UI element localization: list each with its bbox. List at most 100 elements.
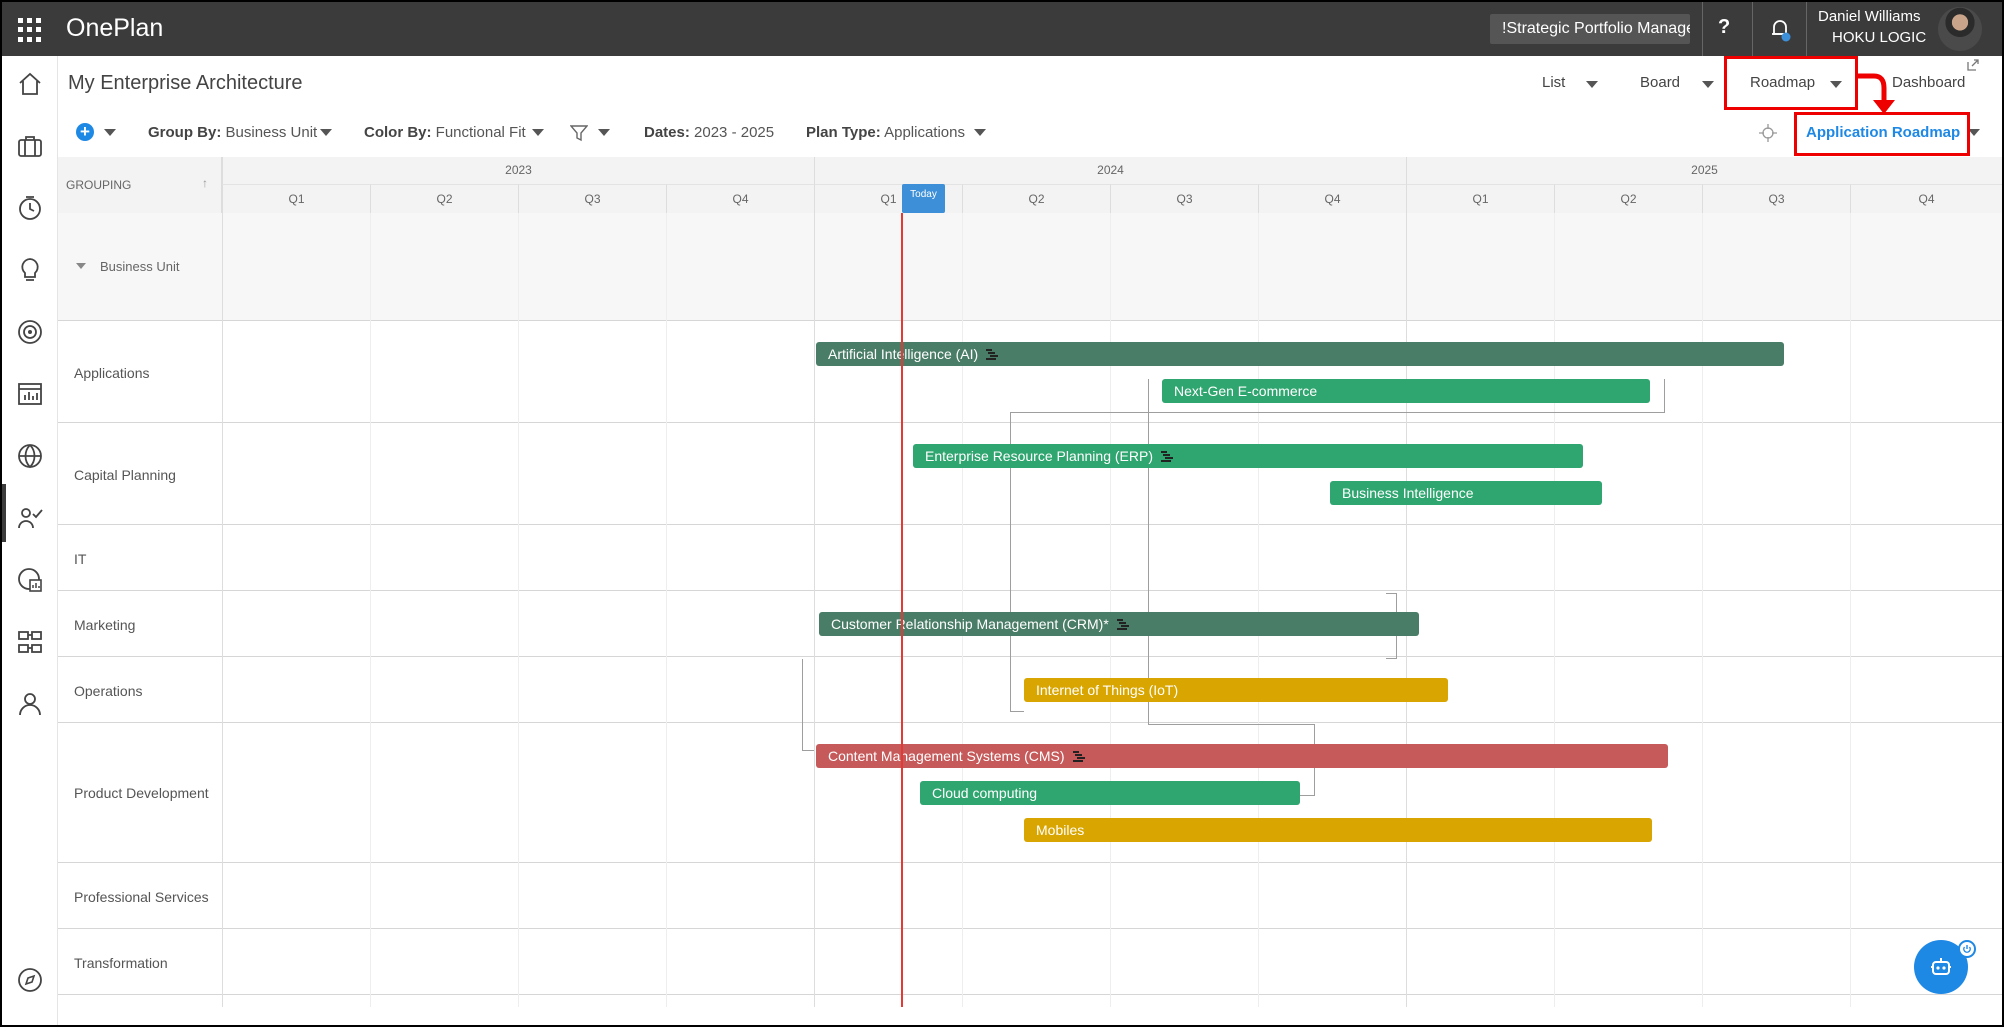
- grid-line: [1554, 213, 1555, 1007]
- roadmap-bar[interactable]: Content Management Systems (CMS): [816, 744, 1668, 768]
- row-capital-planning: Capital Planning: [58, 423, 2002, 525]
- tab-dashboard[interactable]: Dashboard: [1892, 74, 1965, 91]
- highlight-box: [1794, 112, 1970, 156]
- app-window: OnePlan !Strategic Portfolio Manager ? D…: [0, 0, 2004, 1027]
- grid-line: [370, 213, 371, 1007]
- roadmap-bar[interactable]: Mobiles: [1024, 818, 1652, 842]
- roadmap-bar[interactable]: Next-Gen E-commerce: [1162, 379, 1650, 403]
- row-label: Professional Services: [74, 889, 209, 905]
- divider: [1806, 2, 1807, 56]
- expand-icon[interactable]: [1966, 58, 1980, 72]
- chevron-down-icon[interactable]: [598, 129, 610, 136]
- app-launcher-icon[interactable]: [18, 18, 42, 42]
- notification-bell-icon[interactable]: [1768, 16, 1792, 42]
- tab-list[interactable]: List: [1542, 74, 1565, 91]
- tab-board[interactable]: Board: [1640, 74, 1680, 91]
- quarter-header: Q4: [1258, 184, 1406, 213]
- plan-type-dropdown[interactable]: Plan Type: Applications: [806, 124, 965, 141]
- bar-label: Artificial Intelligence (AI): [828, 346, 979, 362]
- crosshair-icon[interactable]: [1758, 123, 1778, 143]
- quarter-header: Q2: [370, 184, 518, 213]
- group-header-row[interactable]: Business Unit: [58, 213, 2002, 321]
- filter-icon[interactable]: [570, 124, 588, 142]
- roadmap-bar[interactable]: Customer Relationship Management (CRM)*: [819, 612, 1419, 636]
- group-by-dropdown[interactable]: Group By: Business Unit: [148, 124, 317, 141]
- roadmap-bar[interactable]: Artificial Intelligence (AI): [816, 342, 1784, 366]
- dates-dropdown[interactable]: Dates: 2023 - 2025: [644, 124, 774, 141]
- chevron-down-icon[interactable]: [1586, 81, 1598, 88]
- user-icon[interactable]: [16, 690, 44, 718]
- chevron-down-icon[interactable]: [76, 263, 86, 269]
- grid-line: [1850, 213, 1851, 1007]
- briefcase-icon[interactable]: [16, 132, 44, 160]
- grid-line: [814, 213, 815, 1007]
- chevron-down-icon[interactable]: [532, 129, 544, 136]
- portfolio-selector[interactable]: !Strategic Portfolio Manager: [1490, 14, 1690, 44]
- grouping-header[interactable]: GROUPING ↑: [58, 157, 222, 213]
- divider: [1702, 2, 1703, 56]
- report-chart-icon[interactable]: [16, 380, 44, 408]
- gauge-report-icon[interactable]: [16, 566, 44, 594]
- roadmap-bar[interactable]: Enterprise Resource Planning (ERP): [913, 444, 1583, 468]
- bar-label: Customer Relationship Management (CRM)*: [831, 616, 1109, 632]
- tab-label: Board: [1640, 74, 1681, 91]
- roadmap-bar[interactable]: Internet of Things (IoT): [1024, 678, 1448, 702]
- chevron-down-icon[interactable]: [104, 129, 116, 136]
- quarter-header: Q4: [666, 184, 814, 213]
- app-brand: OnePlan: [66, 14, 164, 42]
- dependency-line: [1386, 593, 1397, 594]
- grid-line: [1110, 213, 1111, 1007]
- quarter-header: Q4: [1850, 184, 2002, 213]
- gantt-icon[interactable]: [1072, 751, 1085, 763]
- grid-line: [1406, 213, 1407, 1007]
- bar-label: Internet of Things (IoT): [1036, 682, 1179, 698]
- people-check-icon[interactable]: [16, 504, 44, 532]
- dependency-line: [802, 659, 803, 751]
- home-icon[interactable]: [16, 70, 44, 98]
- row-transformation: Transformation: [58, 929, 2002, 995]
- row-label: Transformation: [74, 955, 168, 971]
- chevron-down-icon[interactable]: [974, 129, 986, 136]
- row-applications: Applications: [58, 321, 2002, 423]
- user-name[interactable]: Daniel Williams: [1818, 8, 1921, 25]
- dates-label: Dates:: [644, 124, 690, 141]
- row-label: Business Unit: [100, 259, 180, 274]
- help-icon[interactable]: ?: [1718, 16, 1730, 39]
- avatar[interactable]: [1938, 7, 1982, 51]
- row-label: Marketing: [74, 617, 136, 633]
- roadmap-bar[interactable]: Business Intelligence: [1330, 481, 1602, 505]
- quarter-header: Q2: [962, 184, 1110, 213]
- lightbulb-icon[interactable]: [16, 256, 44, 284]
- robot-icon: [1931, 958, 1951, 975]
- dependency-line: [1148, 724, 1314, 725]
- gantt-icon[interactable]: [1116, 619, 1129, 631]
- dependency-line: [1386, 658, 1397, 659]
- grid-line: [1258, 213, 1259, 1007]
- gantt-icon[interactable]: [986, 349, 999, 361]
- timer-icon[interactable]: [16, 194, 44, 222]
- power-icon[interactable]: [1958, 940, 1976, 958]
- bar-label: Cloud computing: [932, 785, 1038, 801]
- compass-icon[interactable]: [16, 966, 44, 994]
- color-by-dropdown[interactable]: Color By: Functional Fit: [364, 124, 526, 141]
- add-icon[interactable]: +: [76, 123, 94, 141]
- hierarchy-icon[interactable]: [16, 628, 44, 656]
- grid-line: [518, 213, 519, 1007]
- bar-label: Enterprise Resource Planning (ERP): [925, 448, 1153, 464]
- quarter-header: Q1: [222, 184, 370, 213]
- today-line: [901, 213, 903, 1007]
- chevron-down-icon[interactable]: [1702, 81, 1714, 88]
- chevron-down-icon[interactable]: [320, 129, 332, 136]
- row-label: Capital Planning: [74, 467, 176, 483]
- plan-type-value: Applications: [884, 124, 965, 141]
- group-by-label: Group By:: [148, 124, 222, 141]
- globe-icon[interactable]: [16, 442, 44, 470]
- sort-arrow-up-icon[interactable]: ↑: [202, 176, 208, 190]
- roadmap-bar[interactable]: Cloud computing: [920, 781, 1300, 805]
- plan-type-label: Plan Type:: [806, 124, 881, 141]
- user-organization: HOKU LOGIC: [1832, 29, 1927, 46]
- gantt-icon[interactable]: [1161, 451, 1173, 463]
- divider: [1752, 2, 1753, 56]
- nav-active-indicator: [2, 484, 6, 542]
- target-icon[interactable]: [16, 318, 44, 346]
